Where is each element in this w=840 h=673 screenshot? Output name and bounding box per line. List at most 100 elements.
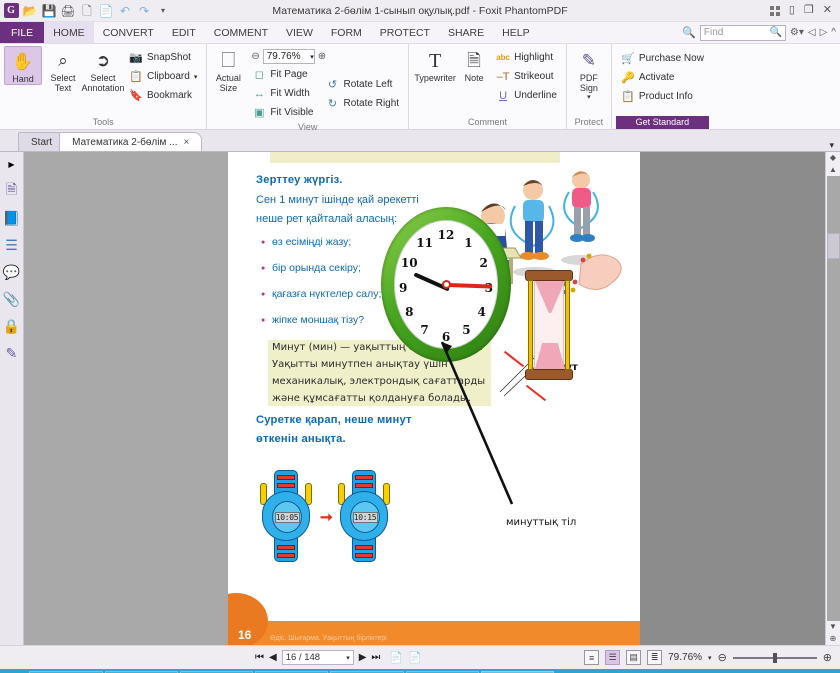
start-button[interactable] bbox=[0, 669, 29, 673]
fit-width-button[interactable]: ↔ Fit Width bbox=[249, 85, 316, 102]
chevron-down-icon[interactable]: ▾ bbox=[708, 654, 712, 662]
bookmarks-icon[interactable]: 📘 bbox=[3, 209, 21, 227]
fit-visible-button[interactable]: ▣ Fit Visible bbox=[249, 104, 316, 121]
get-standard-caption[interactable]: Get Standard bbox=[615, 116, 709, 129]
typewriter-button[interactable]: T Typewriter bbox=[413, 46, 457, 83]
search-doc-icon[interactable]: 🔍 bbox=[682, 26, 696, 39]
chevron-down-icon[interactable]: ▾ bbox=[587, 93, 591, 103]
zoom-slider[interactable] bbox=[732, 652, 817, 663]
bookmark-button[interactable]: 🔖 Bookmark bbox=[126, 87, 200, 104]
settings-gear-icon[interactable]: ⚙▾ bbox=[790, 27, 804, 38]
ribbon-options-icon[interactable] bbox=[769, 5, 780, 16]
zoom-in-button[interactable]: ⊕ bbox=[823, 651, 832, 664]
save-icon[interactable]: 💾 bbox=[41, 3, 57, 19]
layers-icon[interactable]: ☰ bbox=[3, 236, 21, 254]
zoom-level-field[interactable]: 79.76% ▾ bbox=[262, 49, 315, 64]
scroll-first-icon[interactable]: ◆ bbox=[830, 152, 836, 164]
snapshot-label: SnapShot bbox=[147, 52, 191, 63]
open-icon[interactable]: 📂 bbox=[22, 3, 38, 19]
next-view-icon[interactable]: ▷ bbox=[820, 27, 828, 38]
create-pdf-icon[interactable]: 📄 bbox=[98, 3, 114, 19]
hand-tool-button[interactable]: ✋ Hand bbox=[4, 46, 42, 85]
scroll-down-icon[interactable]: ▼ bbox=[829, 621, 837, 633]
single-page-view-button[interactable]: ≡ bbox=[584, 650, 600, 665]
facing-continuous-view-button[interactable]: ≣ bbox=[647, 650, 663, 665]
next-page-button[interactable]: ▶ bbox=[359, 652, 367, 663]
facing-view-button[interactable]: ▤ bbox=[626, 650, 642, 665]
tab-math-document[interactable]: Математика 2-бөлім ... × bbox=[59, 132, 203, 151]
chevron-down-icon[interactable]: ▾ bbox=[310, 53, 314, 61]
page-number-input[interactable]: 16 / 148 ▾ bbox=[281, 650, 354, 665]
redo-icon[interactable]: ↷ bbox=[136, 3, 152, 19]
page-thumbnails-icon[interactable]: 🗎 bbox=[3, 181, 21, 200]
fit-page-button[interactable]: ◻ Fit Page bbox=[249, 66, 316, 83]
menu-item-file[interactable]: FILE bbox=[0, 22, 45, 43]
continuous-view-button[interactable]: ☰ bbox=[605, 650, 621, 665]
collapse-ribbon-icon[interactable]: ^ bbox=[831, 27, 836, 38]
prev-view-icon[interactable]: ◁ bbox=[808, 27, 816, 38]
scrollbar-thumb[interactable] bbox=[826, 233, 840, 259]
expand-panel-icon[interactable]: ▶ bbox=[3, 155, 21, 173]
security-lock-icon[interactable]: 🔒 bbox=[3, 317, 21, 335]
comments-icon[interactable]: 💬 bbox=[3, 263, 21, 281]
last-page-button[interactable]: ⏭ bbox=[371, 652, 380, 663]
restore-button[interactable]: ❐ bbox=[804, 5, 814, 16]
typewriter-icon: T bbox=[428, 50, 442, 72]
undo-icon[interactable]: ↶ bbox=[117, 3, 133, 19]
menu-item-share[interactable]: SHARE bbox=[439, 22, 493, 43]
purchase-now-button[interactable]: 🛒 Purchase Now bbox=[618, 50, 707, 67]
scroll-zoom-icon[interactable]: ⊕ bbox=[830, 633, 837, 645]
underline-button[interactable]: U Underline bbox=[493, 87, 560, 104]
minimize-button[interactable]: ▯ bbox=[789, 5, 795, 16]
menu-item-protect[interactable]: PROTECT bbox=[371, 22, 439, 43]
delete-page-icon[interactable]: 📄 bbox=[408, 651, 422, 664]
rotate-right-button[interactable]: ↻ Rotate Right bbox=[323, 95, 403, 112]
pdf-viewer[interactable]: Зерттеу жүргіз. Сен 1 минут ішінде қай ә… bbox=[228, 152, 825, 645]
first-page-button[interactable]: ⏮ bbox=[255, 652, 264, 663]
foxit-logo-icon[interactable]: G bbox=[3, 3, 19, 19]
print-icon[interactable]: 🖨 bbox=[60, 3, 76, 19]
actual-size-button[interactable]: 🗌 Actual Size bbox=[211, 46, 245, 93]
strikeout-button[interactable]: ‒T Strikeout bbox=[493, 68, 560, 85]
zoom-slider-track[interactable] bbox=[732, 652, 817, 663]
zoom-out-button[interactable]: ⊖ bbox=[718, 651, 727, 664]
menu-item-form[interactable]: FORM bbox=[322, 22, 371, 43]
pdf-sign-button[interactable]: ✎ PDF Sign ▾ bbox=[571, 46, 607, 103]
chevron-down-icon[interactable]: ▾ bbox=[346, 654, 350, 662]
activate-button[interactable]: 🔑 Activate bbox=[618, 69, 707, 86]
menu-item-help[interactable]: HELP bbox=[493, 22, 538, 43]
previous-page-button[interactable]: ◀ bbox=[269, 652, 277, 663]
menu-item-home[interactable]: HOME bbox=[44, 22, 94, 43]
select-annotation-button[interactable]: ➲ Select Annotation bbox=[81, 46, 124, 93]
close-icon[interactable]: × bbox=[183, 137, 189, 148]
menu-item-comment[interactable]: COMMENT bbox=[205, 22, 277, 43]
attachments-icon[interactable]: 📎 bbox=[3, 290, 21, 308]
scrollbar-track[interactable] bbox=[826, 176, 840, 621]
product-info-button[interactable]: 📋 Product Info bbox=[618, 88, 707, 105]
select-text-button[interactable]: ⌕ Select Text bbox=[44, 46, 82, 93]
rotate-left-button[interactable]: ↺ Rotate Left bbox=[323, 76, 403, 93]
note-button[interactable]: 🗎 Note bbox=[459, 46, 489, 83]
search-input[interactable]: Find 🔍 bbox=[699, 24, 786, 41]
scroll-up-icon[interactable]: ▲ bbox=[829, 164, 837, 176]
signatures-icon[interactable]: ✎ bbox=[3, 344, 21, 362]
tabstrip-chevron-down-icon[interactable]: ▾ bbox=[829, 140, 840, 151]
zoom-slider-thumb[interactable] bbox=[772, 652, 777, 663]
clipboard-button[interactable]: 📋 Clipboard ▾ bbox=[126, 68, 200, 85]
search-icon[interactable]: 🔍 bbox=[769, 27, 781, 38]
menu-item-view[interactable]: VIEW bbox=[277, 22, 322, 43]
tab-start[interactable]: Start bbox=[18, 132, 66, 151]
close-button[interactable]: ✕ bbox=[823, 5, 832, 16]
menu-item-convert[interactable]: CONVERT bbox=[94, 22, 163, 43]
zoom-out-icon[interactable]: ⊖ bbox=[251, 51, 259, 62]
info-doc-icon: 📋 bbox=[621, 91, 635, 103]
zoom-in-icon[interactable]: ⊕ bbox=[318, 51, 326, 62]
customize-qat-icon[interactable]: ▾ bbox=[155, 3, 171, 19]
email-icon[interactable]: 🗋 bbox=[79, 3, 95, 19]
chevron-down-icon[interactable]: ▾ bbox=[194, 73, 198, 81]
snapshot-button[interactable]: 📷 SnapShot bbox=[126, 49, 200, 66]
menu-item-edit[interactable]: EDIT bbox=[163, 22, 205, 43]
highlight-button[interactable]: abc Highlight bbox=[493, 49, 560, 66]
insert-page-icon[interactable]: 📄 bbox=[389, 651, 403, 664]
vertical-scrollbar[interactable]: ◆ ▲ ▼ ⊕ bbox=[825, 152, 840, 645]
